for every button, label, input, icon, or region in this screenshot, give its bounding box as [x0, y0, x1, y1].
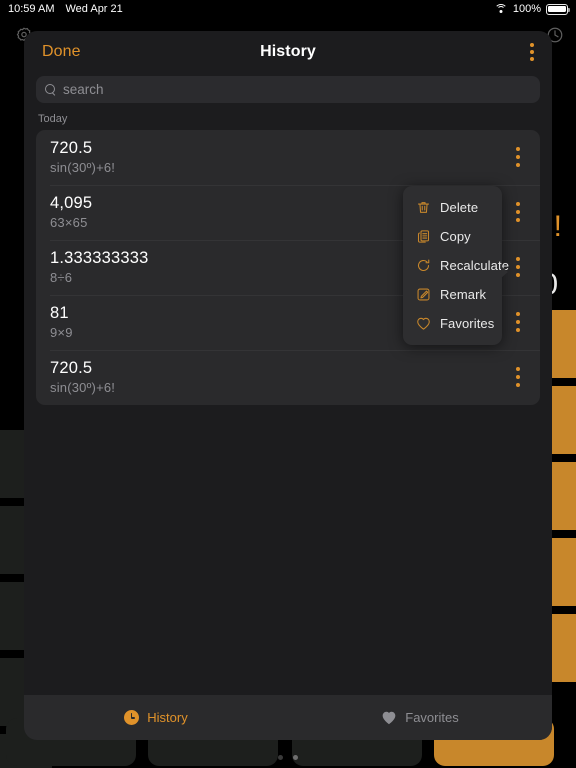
tab-history[interactable]: History: [24, 710, 288, 725]
page-indicator: [0, 753, 576, 761]
kebab-menu-icon[interactable]: [508, 196, 529, 229]
kebab-menu-icon[interactable]: [508, 306, 529, 339]
done-button[interactable]: Done: [42, 43, 81, 61]
row-result: 720.5: [50, 139, 93, 157]
status-bar: 10:59 AM Wed Apr 21 100%: [0, 0, 576, 18]
context-menu-caret: [501, 266, 508, 278]
menu-item-label: Remark: [440, 287, 487, 302]
battery-percent-label: 100%: [512, 3, 541, 15]
menu-item-favorites[interactable]: Favorites: [403, 309, 502, 338]
copy-icon: [417, 230, 430, 243]
page-dot[interactable]: [278, 754, 283, 760]
row-expression: 9×9: [50, 325, 73, 340]
edit-square-icon: [417, 288, 430, 301]
search-icon: [45, 84, 56, 95]
tab-favorites-label: Favorites: [405, 710, 459, 725]
table-row[interactable]: 720.5 sin(30º)+6!: [36, 350, 540, 405]
page-title: History: [260, 42, 316, 60]
screen: ! s 0: [0, 0, 576, 768]
menu-item-remark[interactable]: Remark: [403, 280, 502, 309]
kebab-menu-icon[interactable]: [508, 251, 529, 284]
menu-item-label: Copy: [440, 229, 471, 244]
wifi-icon: [494, 3, 508, 15]
kebab-menu-icon[interactable]: [530, 42, 534, 61]
search-input[interactable]: search: [36, 76, 540, 103]
row-expression: 8÷6: [50, 270, 73, 285]
heart-outline-icon: [417, 317, 430, 330]
menu-item-copy[interactable]: Copy: [403, 222, 502, 251]
search-container: search: [24, 72, 552, 113]
display-factorial-symbol: !: [553, 210, 562, 243]
menu-item-label: Recalculate: [440, 258, 510, 273]
status-time: 10:59 AM: [8, 3, 55, 15]
row-expression: sin(30º)+6!: [50, 160, 116, 175]
menu-item-delete[interactable]: Delete: [403, 193, 502, 222]
list-empty-space: [24, 405, 552, 695]
row-result: 720.5: [50, 359, 93, 377]
menu-item-label: Delete: [440, 200, 479, 215]
trash-icon: [417, 202, 430, 213]
tab-history-label: History: [147, 710, 188, 725]
sheet-navbar: Done History: [24, 31, 552, 72]
kebab-menu-icon[interactable]: [508, 141, 529, 174]
clock-icon: [124, 710, 140, 725]
kebab-menu-icon[interactable]: [508, 361, 529, 394]
search-placeholder: search: [63, 82, 104, 97]
tab-bar: History Favorites: [24, 695, 552, 740]
menu-item-label: Favorites: [440, 316, 495, 331]
status-date: Wed Apr 21: [65, 3, 123, 15]
row-result: 81: [50, 304, 69, 322]
refresh-icon: [418, 259, 430, 271]
heart-icon: [381, 710, 397, 725]
battery-full-icon: [546, 3, 570, 15]
row-expression: 63×65: [50, 215, 88, 230]
row-expression: sin(30º)+6!: [50, 380, 116, 395]
page-dot-active[interactable]: [293, 754, 298, 760]
history-sheet: Done History search Today 720.5 sin(30º)…: [24, 31, 552, 740]
menu-item-recalculate[interactable]: Recalculate: [403, 251, 509, 280]
row-result: 1.333333333: [50, 249, 149, 267]
row-result: 4,095: [50, 194, 93, 212]
tab-favorites[interactable]: Favorites: [288, 710, 552, 725]
section-header-today: Today: [38, 113, 68, 125]
table-row[interactable]: 720.5 sin(30º)+6!: [36, 130, 540, 185]
context-menu: Delete Copy Recalculate Remark Favorites: [403, 186, 509, 345]
